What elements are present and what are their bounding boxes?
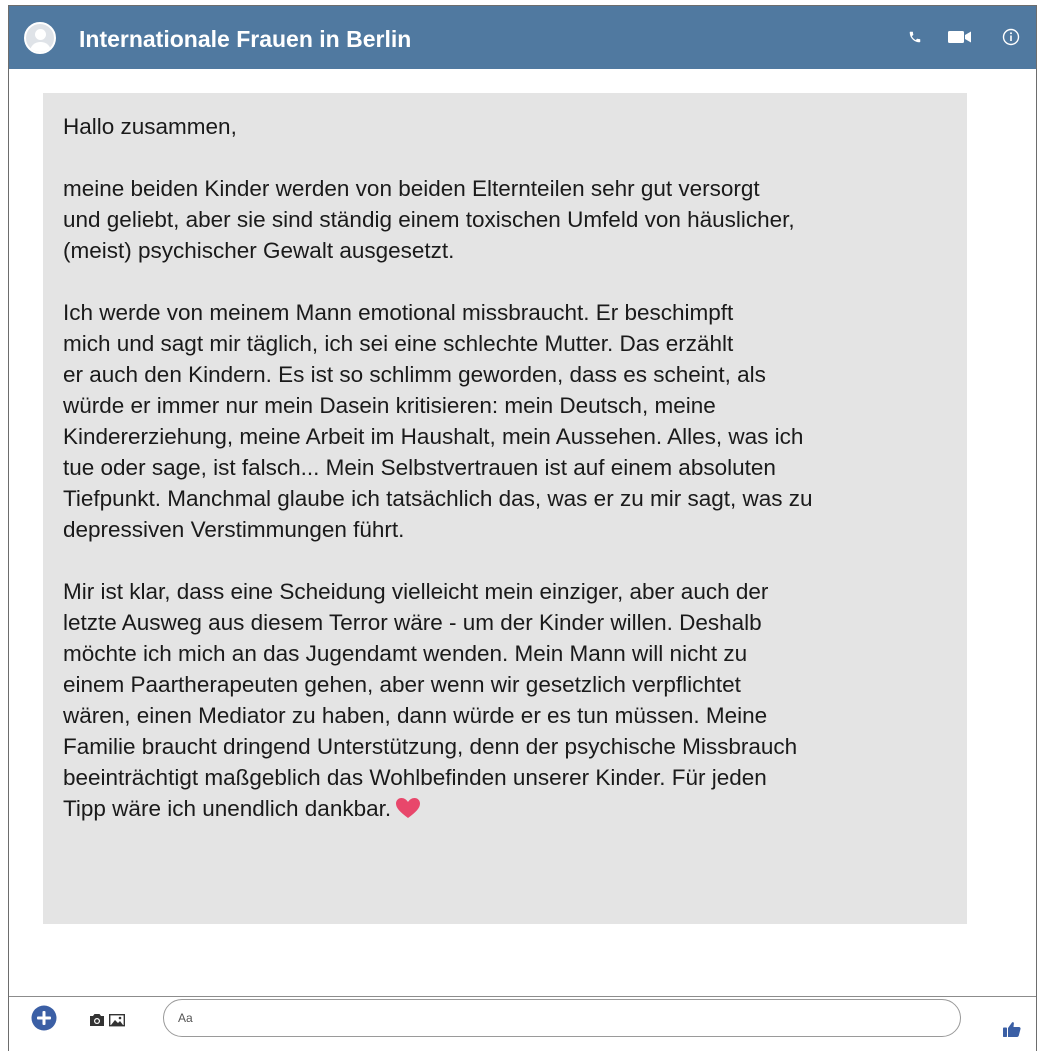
avatar[interactable] xyxy=(24,22,56,54)
thumbs-up-icon[interactable] xyxy=(1003,1021,1021,1037)
heart-icon xyxy=(395,796,421,827)
message-paragraph-text: Mir ist klar, dass eine Scheidung vielle… xyxy=(63,579,798,821)
info-icon[interactable] xyxy=(1001,26,1021,48)
plus-icon[interactable] xyxy=(31,1005,57,1031)
message-input[interactable] xyxy=(163,999,961,1037)
avatar-head xyxy=(35,29,46,40)
message-paragraph: Hallo zusammen, xyxy=(63,114,237,139)
message-paragraph: meine beiden Kinder werden von beiden El… xyxy=(63,176,795,263)
message-bubble: Hallo zusammen, meine beiden Kinder werd… xyxy=(43,93,967,924)
avatar-body xyxy=(30,42,51,52)
camera-icon[interactable] xyxy=(89,1013,105,1027)
message-paragraph-last: Mir ist klar, dass eine Scheidung vielle… xyxy=(63,576,947,827)
chat-header: Internationale Frauen in Berlin xyxy=(9,6,1036,69)
chat-window: Internationale Frauen in Berlin Hallo zu… xyxy=(8,5,1037,1052)
message-thread: Hallo zusammen, meine beiden Kinder werd… xyxy=(9,69,1036,924)
image-icon[interactable] xyxy=(108,1013,126,1027)
video-icon[interactable] xyxy=(946,26,974,48)
message-composer xyxy=(9,997,1036,1052)
phone-icon[interactable] xyxy=(905,26,925,48)
message-paragraph: Ich werde von meinem Mann emotional miss… xyxy=(63,300,813,542)
chat-title: Internationale Frauen in Berlin xyxy=(79,26,412,52)
